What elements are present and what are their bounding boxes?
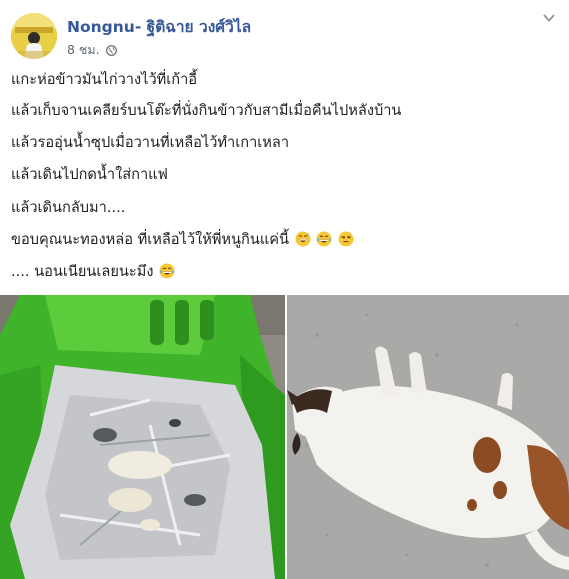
post-meta: 8 ชม. bbox=[67, 40, 117, 60]
post-photos bbox=[0, 295, 569, 579]
unamused-emoji-icon bbox=[338, 231, 354, 247]
post-line-6: ขอบคุณนะทองหล่อ ที่เหลือไว้ให้พี่หนูกินแ… bbox=[11, 231, 289, 248]
author-name[interactable]: Nongnu- ฐิติฉาย วงศ์วิไล bbox=[67, 14, 251, 39]
post-line-7: .... นอนเนียนเลยนะมึง bbox=[11, 263, 154, 280]
tears-of-joy-emoji-icon bbox=[159, 263, 175, 279]
photo-chair-foil[interactable] bbox=[0, 295, 285, 579]
chevron-down-icon[interactable] bbox=[542, 12, 556, 24]
grinning-sweat-emoji-icon bbox=[295, 231, 311, 247]
post-line-5: แล้วเดินกลับมา.... bbox=[11, 199, 126, 216]
post-line-7-wrap: .... นอนเนียนเลยนะมึง bbox=[11, 262, 175, 282]
photo-sleeping-cat[interactable] bbox=[287, 295, 569, 579]
post-header: Nongnu- ฐิติฉาย วงศ์วิไล 8 ชม. bbox=[0, 0, 569, 66]
post-line-3: แล้วรออุ่นน้ำซุปเมื่อวานที่เหลือไว้ทำเกา… bbox=[11, 134, 290, 151]
post-timestamp[interactable]: 8 ชม. bbox=[67, 40, 100, 60]
tears-of-joy-emoji-icon bbox=[316, 231, 332, 247]
post-line-1: แกะห่อข้าวมันไก่วางไว้ที่เก้าอี้ bbox=[11, 71, 198, 88]
globe-icon bbox=[105, 44, 117, 56]
post-line-2: แล้วเก็บจานเคลียร์บนโต๊ะที่นั่งกินข้าวกั… bbox=[11, 102, 402, 119]
post-line-4: แล้วเดินไปกดน้ำใส่กาแฟ bbox=[11, 166, 168, 183]
author-avatar[interactable] bbox=[11, 13, 57, 59]
post-line-6-wrap: ขอบคุณนะทองหล่อ ที่เหลือไว้ให้พี่หนูกินแ… bbox=[11, 230, 354, 250]
